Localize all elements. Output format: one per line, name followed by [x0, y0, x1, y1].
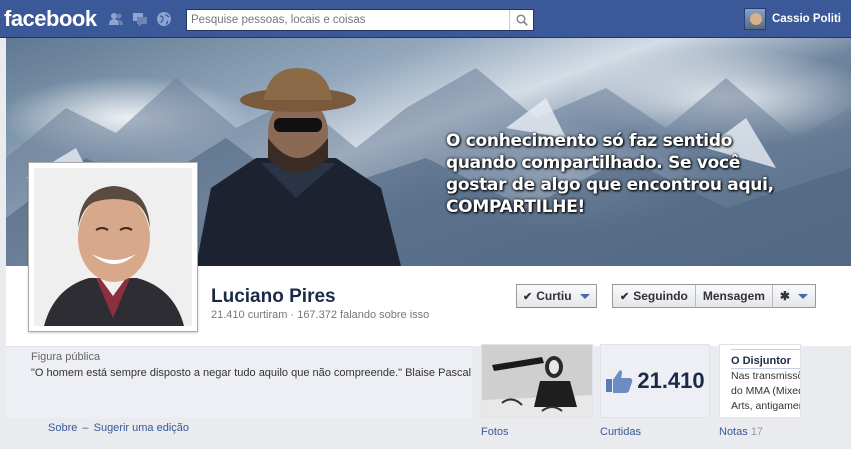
liked-button[interactable]: ✔ Curtiu: [516, 284, 597, 308]
page-title[interactable]: Luciano Pires: [211, 286, 336, 308]
friend-requests-icon[interactable]: [107, 11, 125, 27]
notes-count: 17: [750, 426, 764, 438]
profile-picture[interactable]: [28, 162, 198, 332]
likes-count: 21.410: [637, 368, 705, 393]
user-profile-link[interactable]: Cassio Politi: [743, 8, 841, 30]
search-bar[interactable]: [186, 9, 534, 31]
notes-tile[interactable]: O Disjuntor Nas transmissões das do MMA …: [719, 344, 801, 418]
suggest-edit-link[interactable]: Sugerir uma edição: [94, 422, 189, 434]
notes-label-link[interactable]: Notas 17: [719, 426, 763, 438]
notes-label: Notas: [719, 426, 748, 438]
liked-button-label: Curtiu: [536, 289, 572, 303]
profile-photo: [34, 168, 192, 326]
note-title: O Disjuntor: [731, 355, 791, 367]
note-excerpt-line: do MMA (Mixed Marti: [731, 385, 801, 397]
link-separator: –: [82, 422, 89, 434]
about-links: Sobre – Sugerir uma edição: [48, 422, 189, 434]
following-button-label: Seguindo: [633, 289, 688, 303]
settings-dropdown-button[interactable]: ✱: [773, 285, 815, 307]
mona-lisa-bazooka-image: [482, 345, 592, 417]
portrait-image: [34, 168, 192, 326]
avatar[interactable]: [743, 8, 766, 30]
photos-label[interactable]: Fotos: [481, 426, 509, 438]
about-link[interactable]: Sobre: [48, 422, 77, 434]
chevron-down-icon: [579, 293, 590, 299]
check-icon: ✔: [523, 290, 533, 303]
messages-icon[interactable]: [131, 11, 149, 27]
gear-icon: ✱: [779, 289, 790, 303]
page-stats: 21.410 curtiram · 167.372 falando sobre …: [211, 309, 430, 321]
message-button-label: Mensagem: [702, 289, 765, 303]
note-excerpt-line: Nas transmissões das: [731, 370, 800, 382]
notifications-globe-icon[interactable]: [155, 11, 173, 27]
user-name[interactable]: Cassio Politi: [772, 13, 841, 25]
likes-tile[interactable]: 21.410: [600, 344, 710, 418]
top-navigation-bar: facebook Cassio Politi: [0, 0, 851, 38]
notes-divider: [731, 349, 800, 350]
following-button[interactable]: ✔ Seguindo: [613, 285, 696, 307]
message-button[interactable]: Mensagem: [696, 285, 773, 307]
check-icon: ✔: [620, 290, 630, 303]
note-excerpt-line: Arts, antigamente: [731, 400, 800, 412]
search-input[interactable]: [187, 10, 509, 30]
search-button[interactable]: [509, 10, 533, 30]
facebook-logo[interactable]: facebook: [4, 6, 97, 32]
search-icon: [515, 14, 528, 26]
about-quote: "O homem está sempre disposto a negar tu…: [31, 367, 472, 379]
note-excerpt: Nas transmissões das do MMA (Mixed Marti…: [731, 369, 801, 414]
thumbs-up-icon: [606, 370, 633, 393]
photos-thumbnail[interactable]: [482, 345, 592, 417]
page-category: Figura pública: [31, 351, 101, 363]
cover-quote: O conhecimento só faz sentido quando com…: [446, 131, 774, 217]
likes-label[interactable]: Curtidas: [600, 426, 641, 438]
chevron-down-icon: [797, 293, 808, 299]
follow-message-group: ✔ Seguindo Mensagem ✱: [612, 284, 816, 308]
